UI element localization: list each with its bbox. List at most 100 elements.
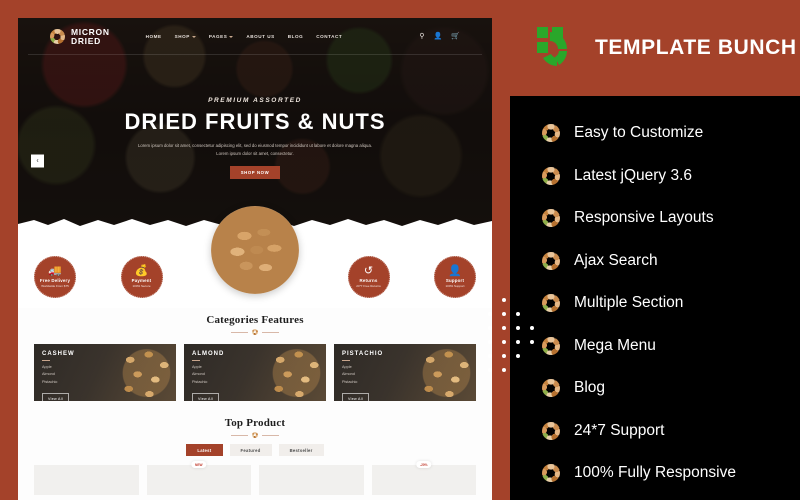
category-card-body: ALMOND Apple Almond Pistachio View All — [184, 344, 326, 401]
product-card[interactable] — [34, 465, 139, 500]
nut-ring-icon — [542, 294, 560, 313]
nut-ring-icon — [252, 432, 258, 438]
product-thumbnail — [146, 465, 251, 495]
nav-item-about-us[interactable]: ABOUT US — [246, 34, 274, 39]
category-card-almond[interactable]: ALMOND Apple Almond Pistachio View All — [184, 344, 326, 401]
feature-label: Responsive Layouts — [574, 209, 714, 227]
feature-label: Mega Menu — [574, 336, 656, 354]
brand-text: MICRON DRIED — [71, 28, 110, 46]
category-item[interactable]: Almond — [192, 371, 326, 379]
cart-icon[interactable]: 🛒 — [451, 33, 460, 40]
tab-latest[interactable]: Latest — [186, 444, 223, 456]
header-icon-group: ⚲ 👤 🛒 — [419, 33, 460, 40]
top-product-section-head: Top Product — [18, 411, 492, 438]
template-bunch-logo — [535, 25, 581, 71]
category-item[interactable]: Pistachio — [192, 379, 326, 387]
category-item[interactable]: Pistachio — [342, 379, 476, 387]
nav-item-contact[interactable]: CONTACT — [316, 34, 342, 39]
category-item[interactable]: Apple — [42, 364, 176, 372]
nut-ring-icon — [542, 379, 560, 398]
hero-title: DRIED FRUITS & NUTS — [124, 108, 386, 134]
categories-section-head: Categories Features — [18, 308, 492, 335]
feature-subtitle: 100% Support — [445, 284, 465, 288]
main-navigation: HOME SHOP PAGES ABOUT US BLOG CONTACT — [146, 34, 343, 39]
tab-featured[interactable]: Featured — [229, 444, 272, 456]
nut-ring-icon — [542, 421, 560, 440]
template-preview-panel: MICRON DRIED HOME SHOP PAGES ABOUT US BL… — [0, 0, 510, 500]
category-item[interactable]: Apple — [342, 364, 476, 372]
category-card-body: PISTACHIO Apple Almond Pistachio View Al… — [334, 344, 476, 401]
product-card[interactable]: -20% — [371, 461, 476, 500]
feature-item-fully-responsive: 100% Fully Responsive — [542, 452, 800, 495]
category-rule — [192, 359, 200, 361]
feature-badge-support[interactable]: 👤 Support 100% Support — [434, 256, 476, 298]
category-item[interactable]: Apple — [192, 364, 326, 372]
product-thumbnail — [371, 465, 476, 495]
feature-badge-returns[interactable]: ↺ Returns 24*7 Free Returns — [347, 256, 390, 298]
feature-label: Multiple Section — [574, 294, 684, 312]
feature-title: Payment — [131, 278, 152, 283]
view-all-button[interactable]: View All — [42, 393, 69, 401]
site-logo[interactable]: MICRON DRIED — [50, 28, 110, 46]
shop-now-button[interactable]: SHOP NOW — [229, 166, 281, 180]
feature-badge-free-delivery[interactable]: 🚚 Free Delivery Worldwide From $75 — [34, 256, 76, 298]
feature-label: 100% Fully Responsive — [574, 464, 736, 482]
account-icon[interactable]: 👤 — [434, 33, 443, 40]
feature-badge-payment[interactable]: 💰 Payment 100% Secure — [120, 256, 163, 298]
feature-subtitle: 24*7 Free Returns — [356, 284, 381, 288]
hero-copy: PREMIUM ASSORTED DRIED FRUITS & NUTS Lor… — [18, 96, 492, 180]
nav-item-shop[interactable]: SHOP — [175, 34, 196, 39]
search-icon[interactable]: ⚲ — [419, 33, 424, 40]
categories-section-title: Categories Features — [206, 314, 304, 326]
divider-line-right — [262, 331, 279, 333]
nav-label: CONTACT — [316, 34, 343, 40]
feature-item-multiple-section: Multiple Section — [542, 282, 800, 325]
chevron-down-icon — [191, 35, 196, 38]
tab-bestseller[interactable]: Bestseller — [278, 444, 324, 456]
nav-label: HOME — [145, 34, 162, 40]
view-all-button[interactable]: View All — [192, 393, 219, 401]
product-card[interactable]: NEW — [146, 461, 251, 500]
category-rule — [42, 359, 50, 361]
nav-label: BLOG — [287, 34, 304, 40]
nut-ring-icon — [542, 336, 560, 355]
money-bag-icon: 💰 — [134, 265, 149, 277]
nut-ring-icon — [542, 166, 560, 185]
category-name: PISTACHIO — [342, 351, 384, 357]
almond-bowl-image — [211, 206, 299, 294]
nav-label: SHOP — [174, 34, 190, 40]
feature-label: 24*7 Support — [574, 421, 665, 439]
nut-ring-icon — [542, 124, 560, 143]
nut-ring-icon — [50, 29, 65, 45]
feature-item-easy-to-customize: Easy to Customize — [542, 112, 800, 155]
chevron-down-icon — [229, 35, 234, 38]
category-card-grid: CASHEW Apple Almond Pistachio View All A… — [18, 335, 492, 401]
category-item[interactable]: Pistachio — [42, 379, 176, 387]
feature-item-latest-jquery: Latest jQuery 3.6 — [542, 155, 800, 198]
feature-list: Easy to Customize Latest jQuery 3.6 Resp… — [510, 96, 800, 495]
category-card-cashew[interactable]: CASHEW Apple Almond Pistachio View All — [34, 344, 176, 401]
category-item[interactable]: Almond — [42, 371, 176, 379]
truck-icon: 🚚 — [48, 265, 62, 277]
category-item[interactable]: Almond — [342, 371, 476, 379]
hero-description: Lorem ipsum dolor sit amet, consectetur … — [137, 142, 373, 156]
section-divider — [18, 432, 492, 438]
nav-item-blog[interactable]: BLOG — [288, 34, 303, 39]
returns-icon: ↺ — [363, 265, 374, 277]
nut-ring-icon — [252, 329, 258, 335]
product-thumbnail — [259, 465, 364, 495]
category-rule — [342, 359, 350, 361]
nut-ring-icon — [542, 251, 560, 270]
category-card-pistachio[interactable]: PISTACHIO Apple Almond Pistachio View Al… — [334, 344, 476, 401]
nut-ring-icon — [542, 464, 560, 483]
product-badge-new: NEW — [191, 461, 207, 468]
product-card[interactable] — [259, 465, 364, 500]
nav-item-home[interactable]: HOME — [146, 34, 162, 39]
product-filter-tabs: Latest Featured Bestseller — [18, 444, 492, 456]
feature-subtitle: Worldwide From $75 — [41, 284, 69, 288]
hero-eyebrow: PREMIUM ASSORTED — [208, 96, 302, 104]
brand-name-line2: DRIED — [71, 35, 101, 46]
view-all-button[interactable]: View All — [342, 393, 369, 401]
feature-item-ajax-search: Ajax Search — [542, 240, 800, 283]
nav-item-pages[interactable]: PAGES — [209, 34, 234, 39]
